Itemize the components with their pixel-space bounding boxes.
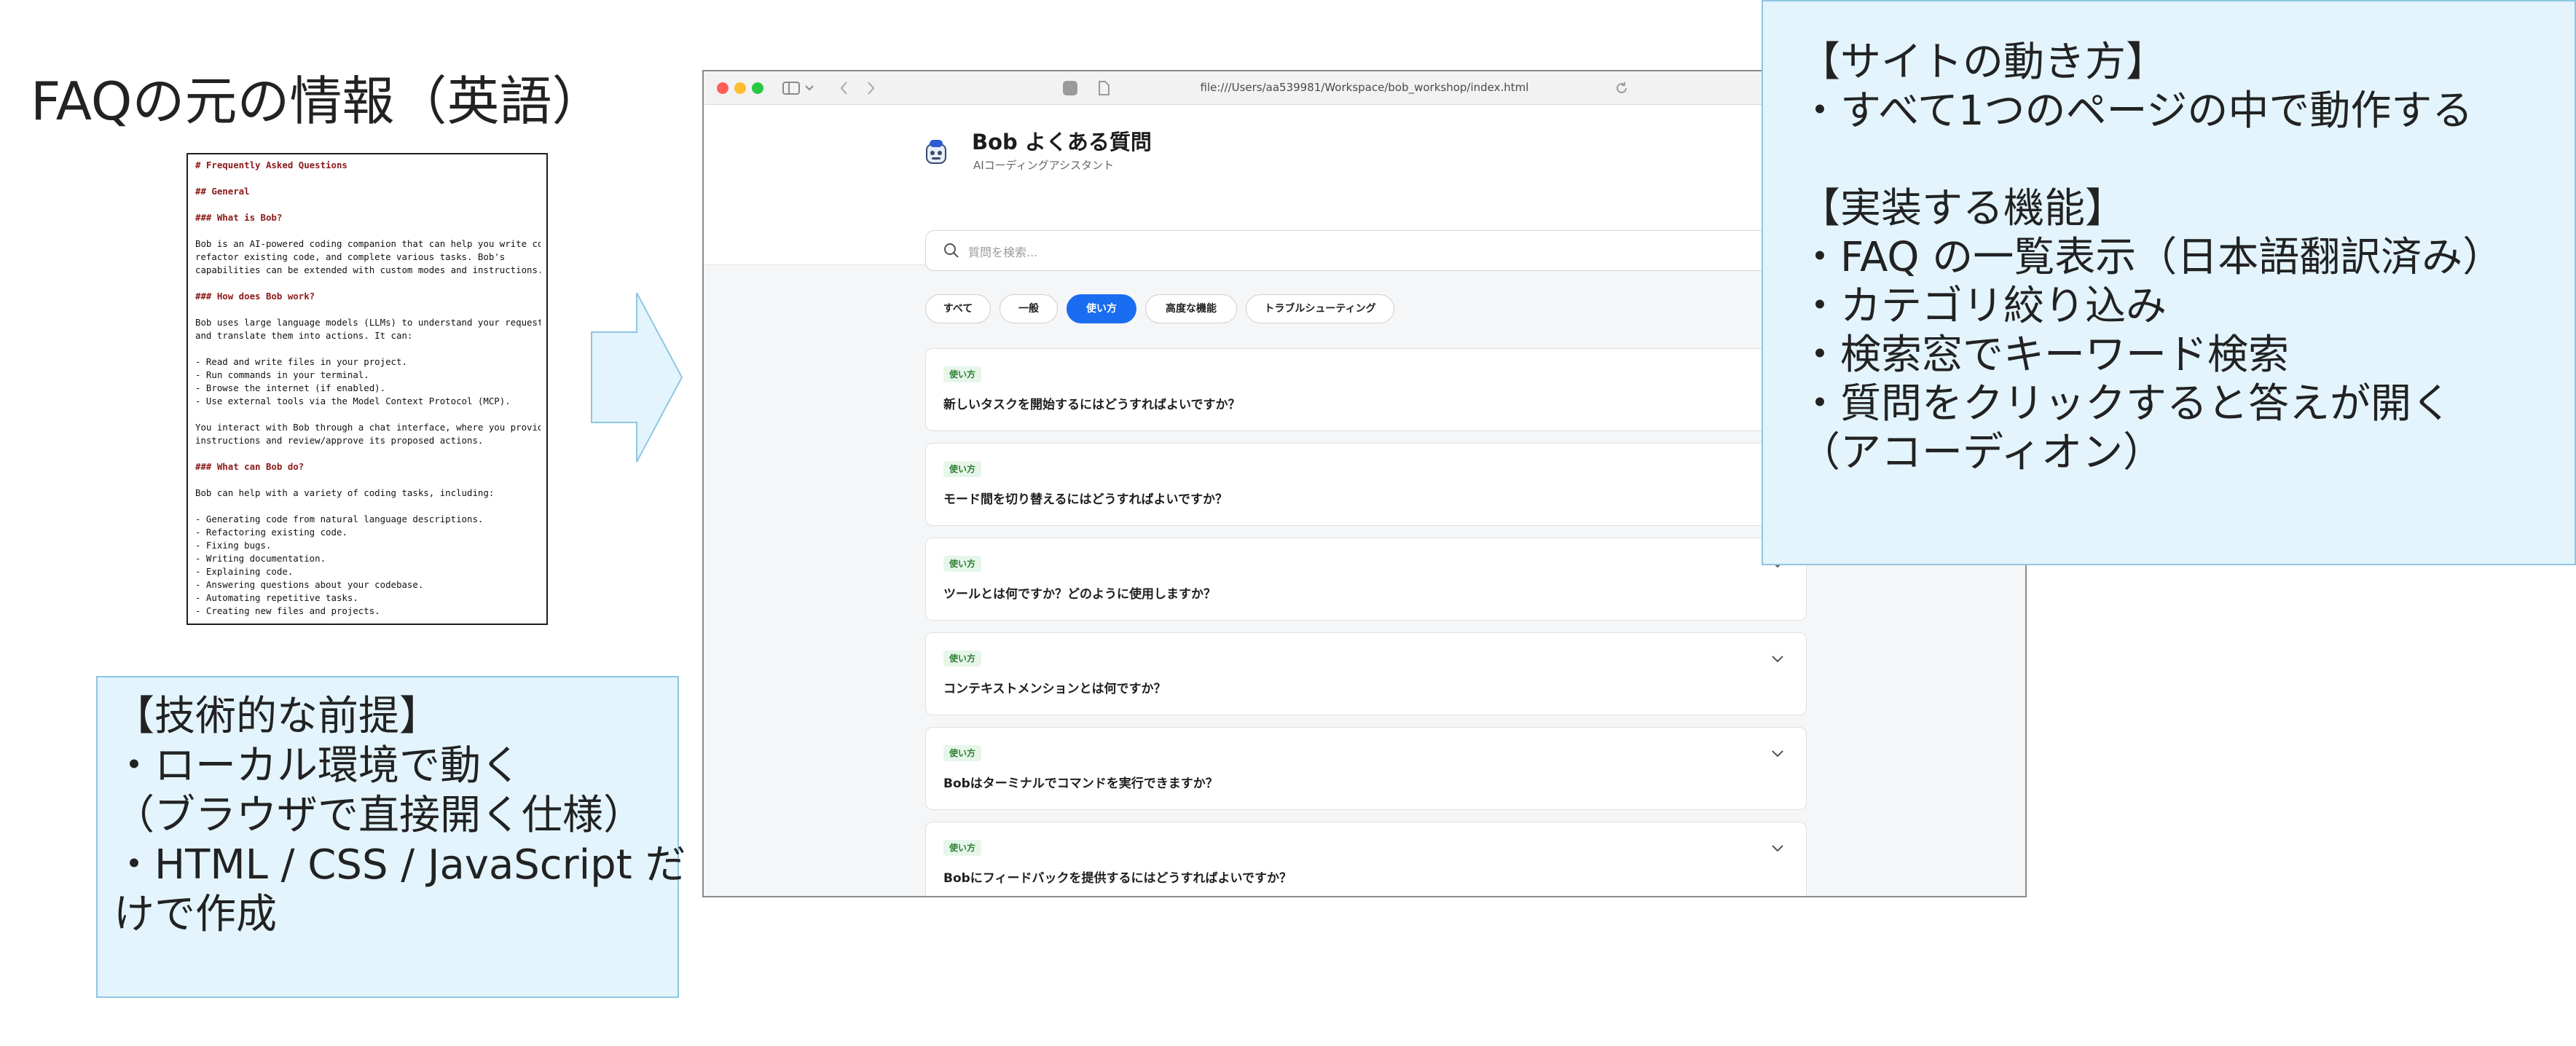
faq-item[interactable]: 使い方 新しいタスクを開始するにはどうすればよいですか？ (925, 348, 1807, 431)
markdown-text-line: - Fixing bugs. (195, 540, 272, 551)
search-placeholder: 質問を検索... (968, 245, 1038, 259)
category-tag: 使い方 (943, 650, 982, 666)
feature-line: ・カテゴリ絞り込み (1799, 283, 2167, 330)
markdown-text-line (195, 408, 541, 421)
faq-question: Bobはターミナルでコマンドを実行できますか？ (943, 776, 1218, 791)
markdown-text-line: - Automating repetitive tasks. (195, 592, 358, 603)
category-tag: 使い方 (943, 745, 982, 761)
page-subtitle: AIコーディングアシスタント (973, 159, 1115, 172)
markdown-text-line: Bob uses large language models (LLMs) to… (195, 317, 541, 328)
faq-item[interactable]: 使い方 Bobにフィードバックを提供するにはどうすればよいですか？ (925, 822, 1807, 896)
markdown-text-line: - Use external tools via the Model Conte… (195, 396, 511, 406)
right-arrow-icon (591, 292, 683, 463)
markdown-text-line: capabilities can be extended with custom… (195, 264, 541, 275)
faq-item[interactable]: 使い方 コンテキストメンションとは何ですか？ (925, 632, 1807, 715)
markdown-text-line: - Browse the internet (if enabled). (195, 382, 386, 393)
faq-item[interactable]: 使い方 モード間を切り替えるにはどうすればよいですか？ (925, 443, 1807, 526)
category-chip-all[interactable]: すべて (925, 294, 991, 323)
markdown-text-line: - Read and write files in your project. (195, 356, 407, 367)
faq-question: 新しいタスクを開始するにはどうすればよいですか？ (943, 398, 1241, 412)
markdown-text-line: refactor existing code, and complete var… (195, 251, 506, 262)
feature-line: （アコーディオン） (1799, 429, 2164, 476)
page-title: Bob よくある質問 (972, 130, 1152, 154)
markdown-text-line: - Answering questions about your codebas… (195, 579, 424, 590)
markdown-text-line (195, 224, 541, 237)
bob-logo-icon (926, 140, 946, 164)
category-tag: 使い方 (943, 840, 982, 856)
feature-line (1799, 135, 2538, 184)
markdown-text-line: instructions and review/approve its prop… (195, 435, 484, 446)
feature-line: ・検索窓でキーワード検索 (1799, 331, 2289, 379)
faq-item[interactable]: 使い方 Bobはターミナルでコマンドを実行できますか？ (925, 727, 1807, 810)
tech-line: けで作成 (114, 891, 277, 938)
markdown-source-card: # Frequently Asked Questions ## General ##… (186, 153, 548, 625)
markdown-text-line (195, 172, 541, 185)
chevron-down-icon[interactable] (1770, 840, 1786, 856)
markdown-text-line: - Run commands in your terminal. (195, 369, 369, 380)
chevron-down-icon[interactable] (1770, 745, 1786, 761)
category-tag: 使い方 (943, 556, 982, 572)
markdown-text-line (195, 447, 541, 460)
category-chip-advanced[interactable]: 高度な機能 (1145, 294, 1237, 323)
markdown-text-line (195, 500, 541, 513)
tech-premise-box: 【技術的な前提】 ・ローカル環境で動く （ブラウザで直接開く仕様） ・HTML … (96, 676, 686, 998)
markdown-text-line: and translate them into actions. It can: (195, 330, 413, 341)
faq-question: Bobにフィードバックを提供するにはどうすればよいですか？ (943, 871, 1292, 886)
faq-question: ツールとは何ですか？どのように使用しますか？ (943, 587, 1216, 602)
markdown-text-line (195, 473, 541, 487)
markdown-text-line (195, 342, 541, 355)
markdown-text-line (195, 198, 541, 211)
faq-item[interactable]: 使い方 ツールとは何ですか？どのように使用しますか？ (925, 538, 1807, 621)
category-tag: 使い方 (943, 366, 982, 382)
feature-line: ・FAQ の一覧表示（日本語翻訳済み） (1799, 234, 2504, 281)
markdown-heading-line: # Frequently Asked Questions (195, 160, 347, 170)
source-faq-title: FAQの元の情報（英語） (31, 71, 605, 132)
category-chip-troubleshooting[interactable]: トラブルシューティング (1246, 294, 1394, 323)
markdown-text-line: You interact with Bob through a chat int… (195, 422, 541, 433)
markdown-text-line: Bob is an AI-powered coding companion th… (195, 238, 541, 249)
tech-line: ・HTML / CSS / JavaScript だ (114, 841, 686, 889)
markdown-heading-line: ### What is Bob? (195, 212, 283, 223)
search-icon (944, 243, 959, 258)
category-chip-general[interactable]: 一般 (1000, 294, 1058, 323)
markdown-text-line: - Explaining code. (195, 566, 294, 577)
feature-line: ・質問をクリックすると答えが開く (1799, 380, 2452, 428)
category-chip-usage[interactable]: 使い方 (1067, 294, 1136, 323)
chevron-down-icon[interactable] (1770, 650, 1786, 666)
feature-line: 【実装する機能】 (1799, 185, 2126, 232)
reload-icon[interactable] (1614, 81, 1629, 95)
markdown-text-line: - Refactoring existing code. (195, 527, 347, 538)
tech-line: ・ローカル環境で動く (114, 742, 522, 790)
features-box: 【サイトの動き方】 ・すべて1つのページの中で動作する 【実装する機能】 ・FA… (1762, 0, 2576, 565)
faq-question: モード間を切り替えるにはどうすればよいですか？ (943, 492, 1228, 507)
markdown-text-line (195, 277, 541, 290)
tech-line: （ブラウザで直接開く仕様） (114, 792, 644, 839)
feature-line: ・すべて1つのページの中で動作する (1799, 87, 2473, 135)
markdown-heading-line: ## General (195, 186, 250, 197)
markdown-heading-line: ### What can Bob do? (195, 461, 305, 472)
markdown-text-line: - Generating code from natural language … (195, 514, 484, 524)
feature-line: 【サイトの動き方】 (1799, 39, 2167, 86)
faq-question: コンテキストメンションとは何ですか？ (943, 682, 1166, 696)
category-tag: 使い方 (943, 461, 982, 477)
markdown-text-line: - Creating new files and projects. (195, 605, 380, 616)
markdown-text-line (195, 303, 541, 316)
markdown-heading-line: ### How does Bob work? (195, 291, 315, 302)
markdown-text-line: Bob can help with a variety of coding ta… (195, 487, 495, 498)
markdown-text-line: - Writing documentation. (195, 553, 326, 564)
tech-line: 【技術的な前提】 (114, 693, 440, 740)
